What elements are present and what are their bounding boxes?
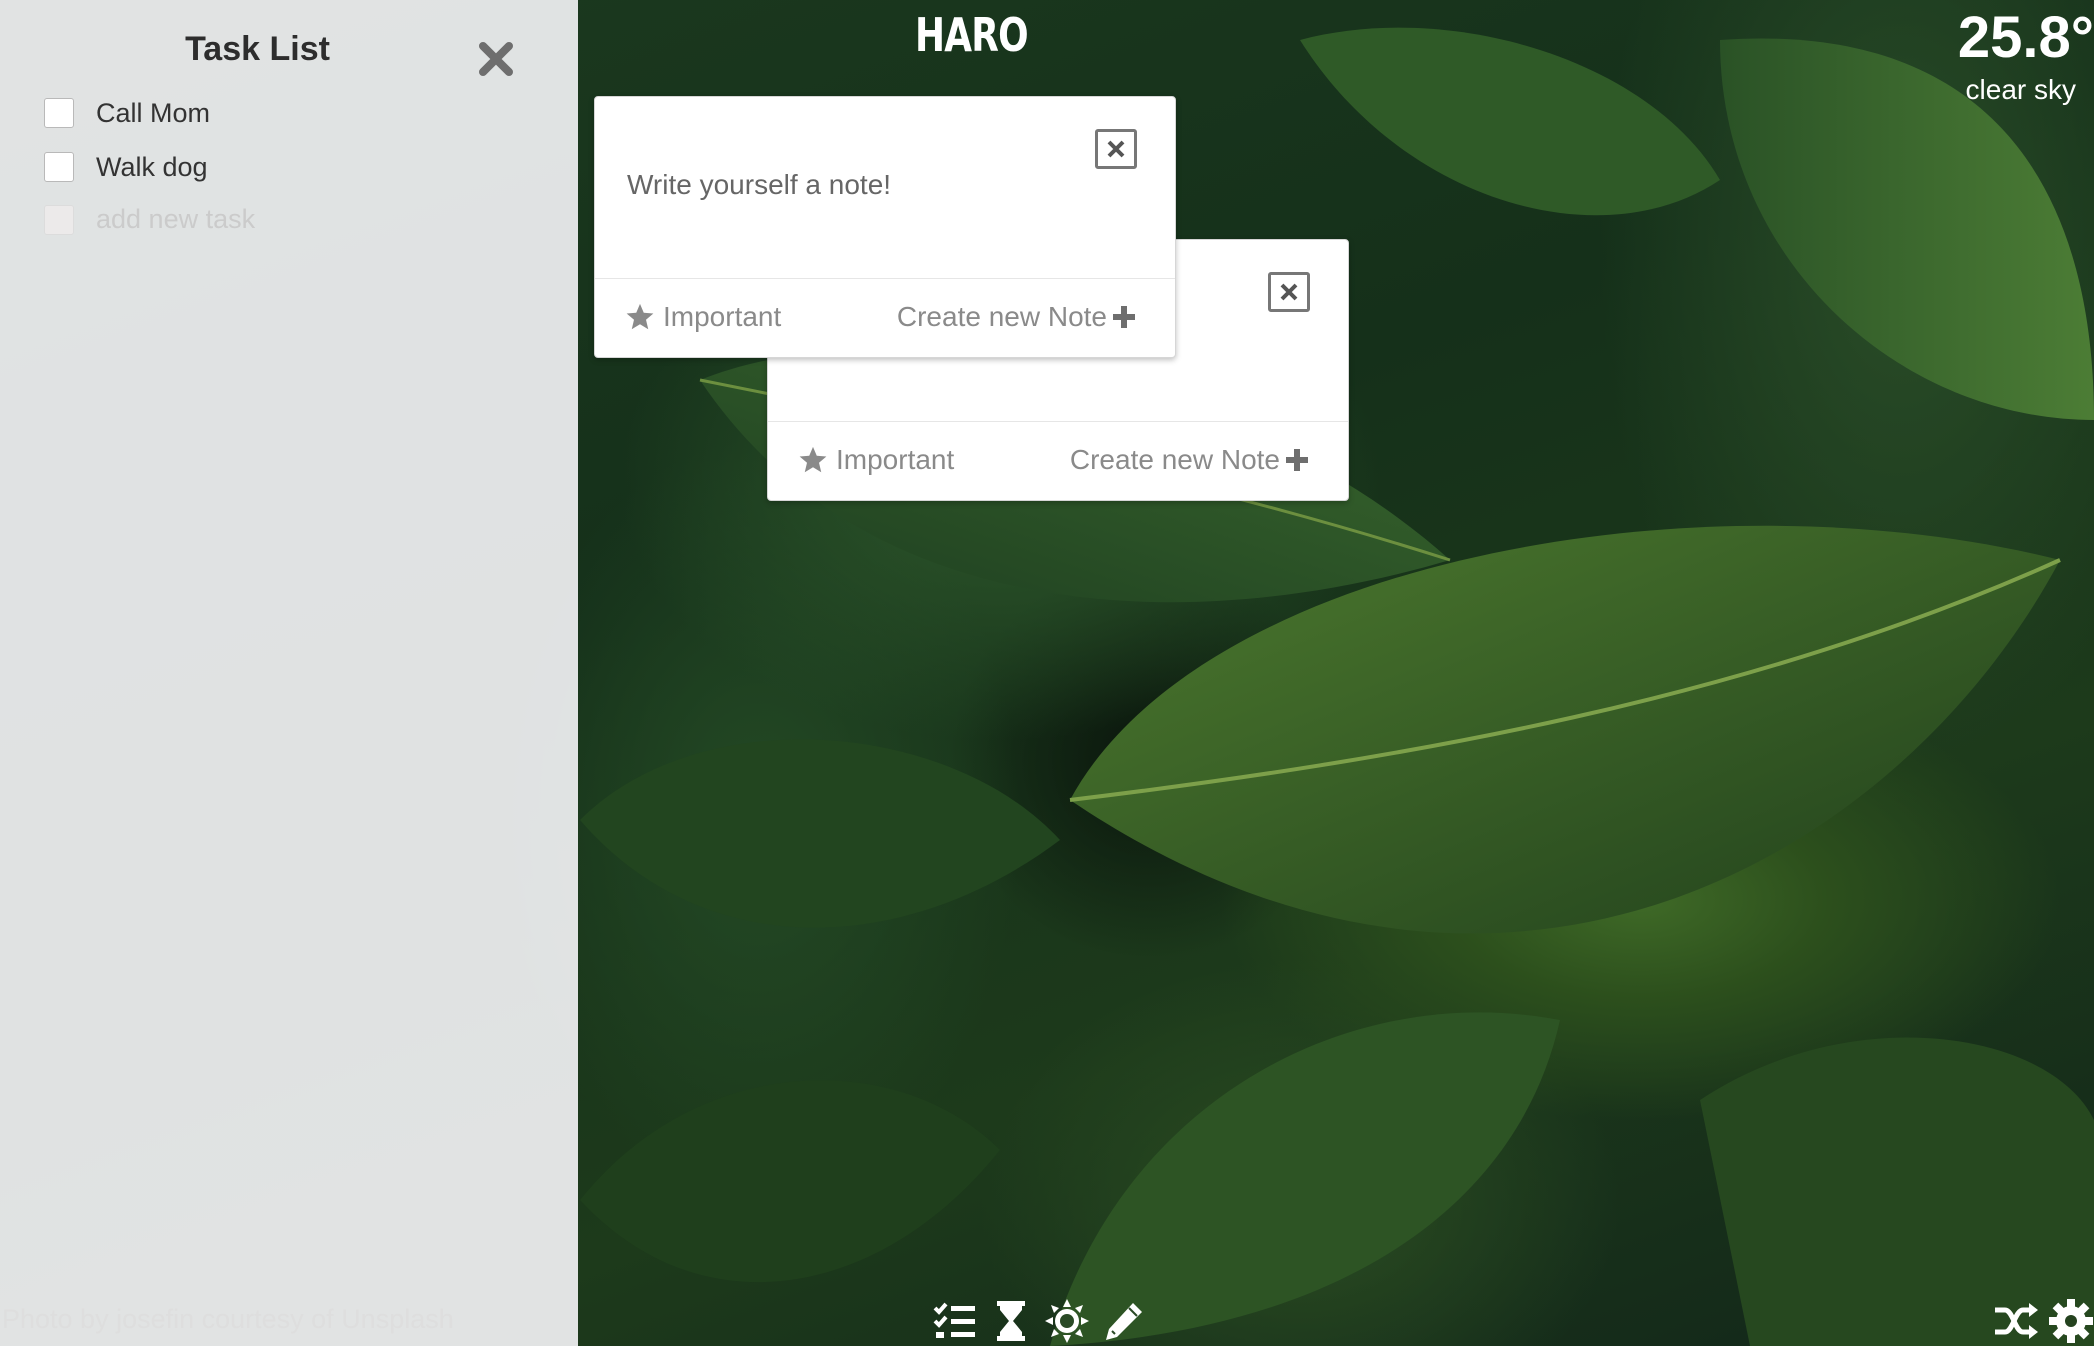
create-note-button[interactable]: Create new Note: [897, 301, 1137, 333]
task-checkbox[interactable]: [44, 98, 74, 128]
important-label: Important: [836, 444, 955, 475]
plus-icon: [1113, 306, 1135, 328]
important-toggle[interactable]: Important: [625, 301, 781, 333]
create-note-label: Create new Note: [1069, 444, 1280, 475]
temperature: 25.8°: [1957, 5, 2094, 70]
hourglass-icon[interactable]: [988, 1298, 1034, 1344]
settings-gear-icon[interactable]: [2048, 1298, 2094, 1344]
note-text[interactable]: Write yourself a note!: [627, 169, 891, 201]
task-list-icon[interactable]: [932, 1298, 978, 1344]
note-divider: [595, 278, 1175, 279]
close-x-icon[interactable]: [477, 40, 515, 78]
shuffle-icon[interactable]: [1993, 1298, 2039, 1344]
new-task-checkbox: [44, 204, 74, 235]
create-note-button[interactable]: Create new Note: [1070, 444, 1310, 476]
note-close-icon[interactable]: [1268, 272, 1310, 312]
create-note-label: Create new Note: [896, 301, 1107, 332]
important-toggle[interactable]: Important: [798, 444, 954, 476]
app-logo: HARO: [915, 8, 1029, 62]
task-list-title: Task List: [185, 30, 330, 68]
task-item: Walk dog: [44, 149, 208, 185]
task-item: Call Mom: [44, 95, 210, 131]
weather-description: clear sky: [1965, 74, 2076, 105]
note-close-icon[interactable]: [1095, 129, 1137, 169]
task-checkbox[interactable]: [44, 152, 74, 182]
sun-icon[interactable]: [1044, 1298, 1090, 1344]
photo-credit: Photo by josefin courtesy of Unsplash: [2, 1304, 454, 1334]
pencil-icon[interactable]: [1101, 1298, 1147, 1344]
task-label: Walk dog: [96, 151, 208, 182]
star-icon: [799, 446, 827, 473]
new-task-row: [44, 204, 396, 235]
new-task-input[interactable]: [96, 204, 396, 235]
task-label: Call Mom: [96, 97, 211, 128]
note-card: Write yourself a note! Important Create …: [594, 96, 1176, 358]
important-label: Important: [663, 301, 782, 332]
note-divider: [768, 421, 1348, 422]
task-list-panel: Task List Call Mom Walk dog: [0, 0, 578, 1346]
plus-icon: [1286, 449, 1308, 471]
star-icon: [626, 303, 654, 330]
